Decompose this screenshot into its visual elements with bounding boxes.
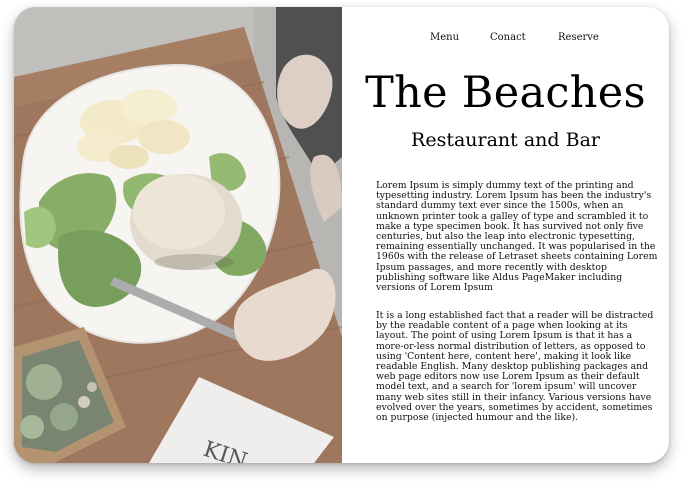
page-card: KIN Menu Conact Reserve The Beaches Rest… — [14, 7, 669, 463]
nav-contact-link[interactable]: Conact — [490, 32, 526, 43]
nav-reserve-link[interactable]: Reserve — [558, 32, 599, 43]
page-title: The Beaches — [365, 68, 646, 118]
second-paragraph: It is a long established fact that a rea… — [376, 310, 654, 424]
nav-menu-link[interactable]: Menu — [430, 32, 459, 43]
page-subtitle: Restaurant and Bar — [411, 129, 600, 151]
top-nav: Menu Conact Reserve — [342, 32, 669, 48]
food-photo-illustration: KIN — [14, 7, 342, 463]
intro-paragraph: Lorem Ipsum is simply dummy text of the … — [376, 180, 658, 294]
hero-photo: KIN — [14, 7, 342, 463]
content-panel: Menu Conact Reserve The Beaches Restaura… — [342, 7, 669, 463]
